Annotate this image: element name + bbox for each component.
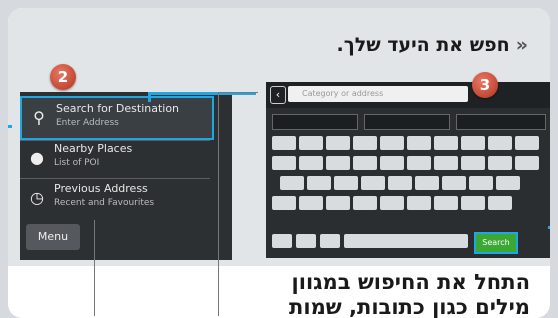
keyboard-key[interactable] <box>434 156 458 170</box>
keyboard-key[interactable] <box>469 176 493 190</box>
description-line-1: התחל את החיפוש במגוון <box>291 270 530 294</box>
keyboard-key[interactable] <box>272 196 296 210</box>
keyboard-key[interactable] <box>361 176 385 190</box>
clock-icon: ◷ <box>30 188 44 207</box>
keyboard-key[interactable] <box>415 176 439 190</box>
menu-panel: ⚲ Search for Destination Enter Address ●… <box>20 92 232 260</box>
keyboard-key[interactable] <box>442 176 466 190</box>
keyboard-key[interactable] <box>326 156 350 170</box>
keyboard-key[interactable] <box>461 136 485 150</box>
pin-icon: ● <box>30 148 44 167</box>
connector-line <box>548 226 550 229</box>
search-destination-item[interactable]: ⚲ Search for Destination Enter Address <box>20 96 214 140</box>
keyboard-key[interactable] <box>326 196 350 210</box>
keyboard-key[interactable] <box>380 136 404 150</box>
keyboard-key[interactable] <box>299 196 323 210</box>
keyboard-key[interactable] <box>334 176 358 190</box>
description-line-2: מילים כגון כתובות, שמות <box>289 295 530 318</box>
keyboard-key[interactable] <box>380 156 404 170</box>
keyboard-key[interactable] <box>272 156 296 170</box>
keyboard-key[interactable] <box>272 136 296 150</box>
search-icon: ⚲ <box>33 108 45 127</box>
suggestion-slot[interactable] <box>272 114 358 130</box>
previous-address-sub: Recent and Favourites <box>54 198 155 208</box>
keyboard-key[interactable] <box>496 176 520 190</box>
space-key[interactable] <box>344 234 468 248</box>
nearby-places-item[interactable]: ● Nearby Places List of POI <box>20 138 210 178</box>
page-title: «חפש את היעד שלך. <box>337 34 528 56</box>
chevron-icon: « <box>515 34 528 56</box>
keyboard-key[interactable] <box>380 196 404 210</box>
connector-line <box>8 125 12 128</box>
menu-button[interactable]: Menu <box>26 224 80 250</box>
suggestion-slot[interactable] <box>456 114 546 130</box>
keyboard-key[interactable] <box>296 234 316 248</box>
keyboard-key[interactable] <box>353 136 377 150</box>
description-text: התחל את החיפוש במגוון מילים כגון כתובות,… <box>210 270 530 318</box>
search-button[interactable]: Search <box>474 232 518 254</box>
keyboard-key[interactable] <box>515 136 539 150</box>
keyboard-key[interactable] <box>353 196 377 210</box>
step-badge-3: 3 <box>472 72 498 98</box>
connector-line <box>218 92 258 93</box>
keyboard-key[interactable] <box>515 156 539 170</box>
nearby-places-sub: List of POI <box>54 158 100 168</box>
keyboard-key[interactable] <box>488 156 512 170</box>
search-destination-sub: Enter Address <box>56 118 119 128</box>
suggestion-slot[interactable] <box>364 114 450 130</box>
previous-address-item[interactable]: ◷ Previous Address Recent and Favourites <box>20 178 210 218</box>
search-input[interactable]: Category or address <box>288 86 468 102</box>
keyboard-key[interactable] <box>353 156 377 170</box>
keyboard-key[interactable] <box>307 176 331 190</box>
keyboard-key[interactable] <box>407 136 431 150</box>
connector-line <box>94 220 95 316</box>
keyboard-key[interactable] <box>407 196 431 210</box>
keyboard-screen: ‹ Category or address Search <box>266 82 550 258</box>
keyboard-key[interactable] <box>299 156 323 170</box>
search-destination-label: Search for Destination <box>56 102 180 115</box>
keyboard-key[interactable] <box>320 234 340 248</box>
keyboard-key[interactable] <box>461 196 485 210</box>
keyboard-key[interactable] <box>280 176 304 190</box>
keyboard-key[interactable] <box>461 156 485 170</box>
keyboard-key[interactable] <box>488 136 512 150</box>
keyboard-key[interactable] <box>434 136 458 150</box>
step-badge-2: 2 <box>50 64 76 90</box>
keyboard-key[interactable] <box>299 136 323 150</box>
back-button[interactable]: ‹ <box>270 86 286 104</box>
keyboard-key[interactable] <box>488 196 512 210</box>
card: «חפש את היעד שלך. ⚲ Search for Destinati… <box>8 8 550 318</box>
keyboard-key[interactable] <box>407 156 431 170</box>
title-text: חפש את היעד שלך. <box>336 34 510 56</box>
keyboard-key[interactable] <box>388 176 412 190</box>
keyboard-key[interactable] <box>326 136 350 150</box>
previous-address-label: Previous Address <box>54 182 148 195</box>
keyboard-key[interactable] <box>434 196 458 210</box>
nearby-places-label: Nearby Places <box>54 142 133 155</box>
keyboard-key[interactable] <box>272 234 292 248</box>
